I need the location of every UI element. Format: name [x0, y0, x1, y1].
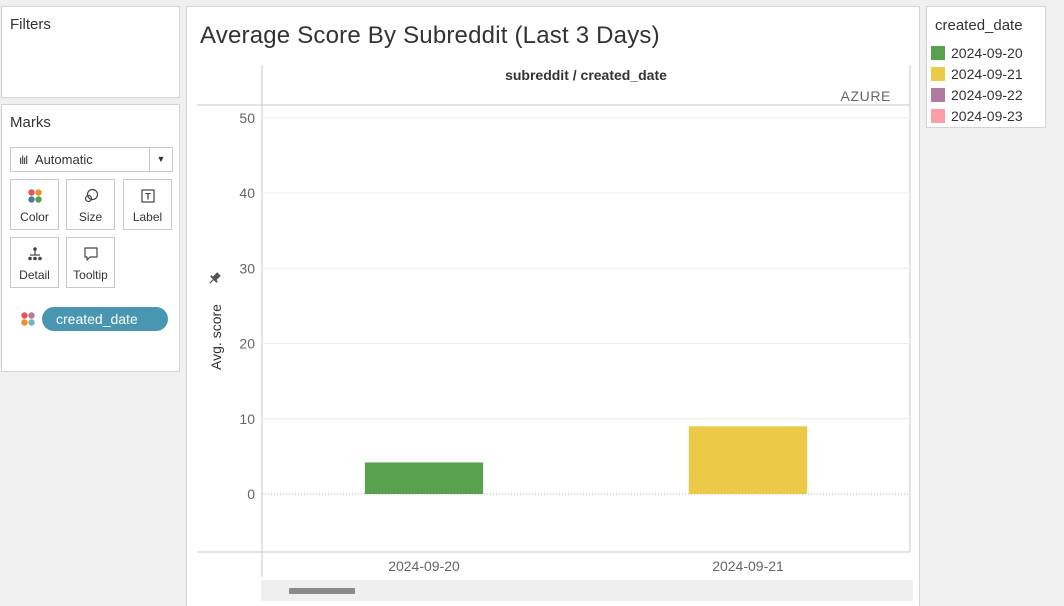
filters-shelf[interactable]: Filters: [1, 6, 180, 98]
legend-item-label: 2024-09-21: [951, 66, 1023, 82]
x-tick-label: 2024-09-20: [388, 558, 460, 574]
bar-chart-icon: ılıl: [19, 153, 28, 167]
mark-type-dropdown[interactable]: ılıl Automatic ▼: [10, 147, 173, 172]
marks-title: Marks: [10, 114, 51, 131]
legend-item[interactable]: 2024-09-23: [931, 107, 1023, 125]
legend-swatch: [931, 46, 945, 60]
y-tick-label: 50: [239, 110, 255, 126]
marks-card: Marks ılıl Automatic ▼ Color Size T Labe…: [1, 104, 180, 372]
right-edge-strip: [1050, 0, 1064, 606]
mark-type-value: Automatic: [34, 152, 93, 167]
color-button-label: Color: [20, 210, 49, 224]
legend-item[interactable]: 2024-09-22: [931, 86, 1023, 104]
tooltip-button[interactable]: Tooltip: [66, 237, 115, 288]
pane-label: AZURE: [841, 88, 891, 104]
y-tick-label: 0: [247, 486, 255, 502]
color-dots-icon: [11, 188, 58, 210]
legend-swatch: [931, 88, 945, 102]
label-button-label: Label: [132, 210, 163, 224]
legend-item[interactable]: 2024-09-21: [931, 65, 1023, 83]
legend-item-label: 2024-09-23: [951, 108, 1023, 124]
y-tick-label: 20: [239, 336, 255, 352]
tooltip-icon: [67, 246, 114, 268]
legend-item[interactable]: 2024-09-20: [931, 44, 1023, 62]
column-header: subreddit / created_date: [505, 67, 667, 83]
horizontal-scrollbar[interactable]: [261, 580, 913, 601]
legend-item-label: 2024-09-20: [951, 45, 1023, 61]
pin-icon[interactable]: [207, 271, 223, 287]
bar-2024-09-20[interactable]: [364, 462, 484, 495]
label-icon: T: [124, 188, 171, 210]
gridlines: [262, 117, 910, 495]
size-icon: [67, 188, 114, 210]
color-legend: created_date 2024-09-20 2024-09-21 2024-…: [926, 6, 1046, 128]
x-axis: 2024-09-20 2024-09-21: [388, 558, 784, 574]
chart-worksheet: Average Score By Subreddit (Last 3 Days)…: [186, 6, 920, 606]
created-date-color-pill[interactable]: created_date: [42, 307, 168, 331]
detail-button[interactable]: Detail: [10, 237, 59, 288]
chevron-down-icon[interactable]: ▼: [149, 148, 172, 171]
detail-button-label: Detail: [19, 268, 50, 282]
y-axis-label: Avg. score: [208, 304, 224, 370]
size-button[interactable]: Size: [66, 179, 115, 230]
label-button[interactable]: T Label: [123, 179, 172, 230]
tableau-workspace: Filters Marks ılıl Automatic ▼ Color Siz…: [0, 0, 1064, 606]
legend-item-label: 2024-09-22: [951, 87, 1023, 103]
x-tick-label: 2024-09-21: [712, 558, 784, 574]
color-button[interactable]: Color: [10, 179, 59, 230]
y-axis-title[interactable]: Avg. score: [208, 304, 224, 370]
y-tick-label: 30: [239, 260, 255, 276]
y-tick-label: 40: [239, 185, 255, 201]
legend-title: created_date: [935, 17, 1023, 34]
bar-2024-09-21[interactable]: [688, 426, 808, 495]
bar-chart: subreddit / created_date AZURE 0 10 20 30 40…: [197, 65, 911, 577]
bars: [364, 426, 808, 495]
detail-icon: [11, 246, 58, 268]
legend-swatch: [931, 67, 945, 81]
color-encoding-row: created_date: [20, 307, 168, 331]
legend-swatch: [931, 109, 945, 123]
tooltip-button-label: Tooltip: [73, 268, 108, 282]
y-axis[interactable]: 0 10 20 30 40 50: [239, 110, 255, 502]
scrollbar-thumb[interactable]: [289, 588, 355, 594]
svg-text:T: T: [145, 192, 151, 202]
color-dots-icon: [21, 312, 35, 326]
y-tick-label: 10: [239, 411, 255, 427]
filters-title: Filters: [10, 16, 51, 33]
size-button-label: Size: [78, 210, 103, 224]
